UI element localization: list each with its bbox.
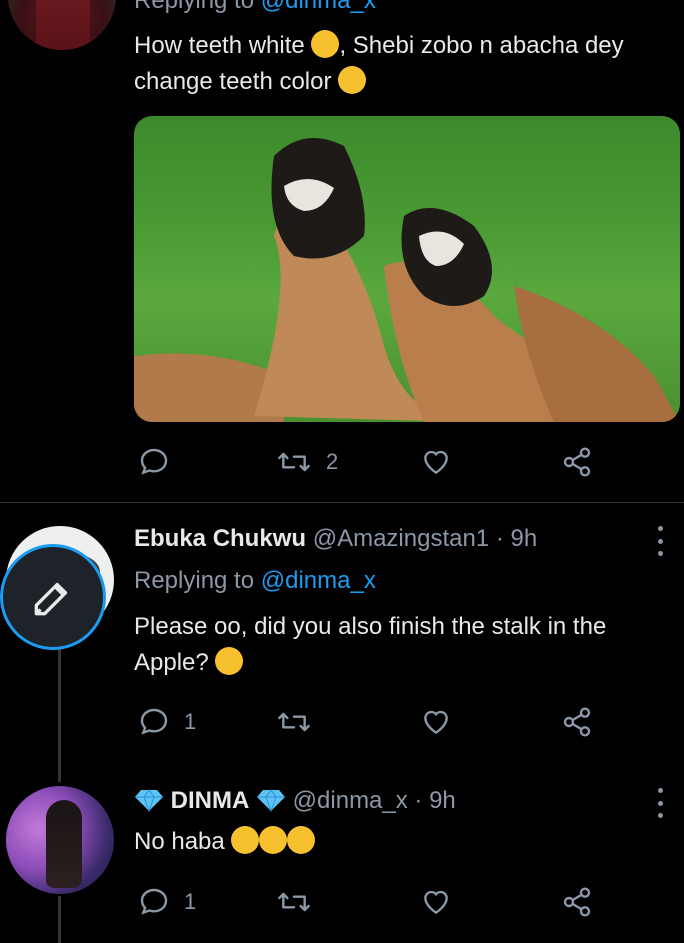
retweet-count: 2: [326, 449, 339, 474]
avatar[interactable]: [6, 786, 114, 894]
reply-icon: [140, 888, 168, 915]
replying-handle-link[interactable]: @dinma_x: [261, 0, 376, 14]
reply-count: 1: [184, 709, 197, 734]
retweet-icon: [278, 712, 310, 732]
replying-to: Replying to @dinma_x: [134, 0, 376, 16]
retweet-button[interactable]: [276, 706, 312, 738]
replying-prefix: Replying to: [134, 567, 255, 594]
replying-handle-link[interactable]: @dinma_x: [261, 567, 376, 594]
tweet-header: DINMA @dinma_x · 9h: [134, 786, 456, 816]
avatar[interactable]: [8, 0, 116, 50]
share-icon: [563, 887, 591, 917]
tweet-text: Please oo, did you also finish the stalk…: [134, 609, 674, 681]
replying-to: Replying to @dinma_x: [134, 566, 376, 596]
timestamp: · 9h: [495, 525, 538, 552]
tweet-text-part: How teeth white: [134, 32, 305, 59]
display-name[interactable]: Ebuka Chukwu: [134, 525, 306, 552]
smirk-emoji: [215, 647, 244, 675]
like-button[interactable]: [420, 706, 452, 738]
reply-button[interactable]: [138, 446, 170, 478]
diamond-icon: [135, 789, 163, 812]
timestamp: · 9h: [414, 787, 456, 814]
share-icon: [563, 707, 591, 737]
share-button[interactable]: [561, 886, 593, 918]
like-button[interactable]: [420, 446, 452, 478]
laughing-emoji: [259, 826, 288, 854]
tweet-text: How teeth white , Shebi zobo n abacha de…: [134, 28, 664, 100]
heart-icon: [424, 890, 448, 915]
heart-icon: [424, 450, 448, 475]
reply-button[interactable]: 1: [138, 706, 196, 738]
laughing-emoji: [231, 826, 260, 854]
reply-icon: [140, 448, 168, 475]
divider: [0, 502, 684, 503]
share-button[interactable]: [561, 446, 593, 478]
tweet-text-part: Please oo, did you also finish the stalk…: [134, 613, 607, 676]
more-options-icon[interactable]: [652, 526, 668, 556]
tweet-header: Ebuka Chukwu @Amazingstan1 · 9h: [134, 524, 537, 554]
tweet-text: No haba: [134, 824, 674, 860]
display-name[interactable]: DINMA: [171, 787, 250, 814]
reply-button[interactable]: 1: [138, 886, 196, 918]
share-button[interactable]: [561, 706, 593, 738]
tweet-text-part: No haba: [134, 828, 225, 855]
eye-roll-emoji: [338, 66, 367, 94]
compose-button[interactable]: [0, 544, 106, 650]
more-options-icon[interactable]: [652, 788, 668, 818]
laughing-emoji: [311, 30, 340, 58]
retweet-icon: [278, 892, 310, 912]
user-handle[interactable]: @Amazingstan1: [313, 525, 489, 552]
share-icon: [563, 447, 591, 477]
reply-icon: [140, 708, 168, 735]
user-handle[interactable]: @dinma_x: [293, 787, 408, 814]
reply-count: 1: [184, 889, 197, 914]
dogs-image: [134, 138, 680, 422]
tweet-image[interactable]: [134, 116, 680, 422]
heart-icon: [424, 710, 448, 735]
retweet-icon: [278, 452, 310, 472]
retweet-button[interactable]: 2: [276, 446, 338, 478]
like-button[interactable]: [420, 886, 452, 918]
thread-line: [58, 896, 61, 943]
pencil-icon: [34, 582, 68, 616]
thread-line: [58, 636, 61, 782]
laughing-emoji: [287, 826, 316, 854]
replying-prefix: Replying to: [134, 0, 255, 14]
retweet-button[interactable]: [276, 886, 312, 918]
diamond-icon: [257, 789, 285, 812]
